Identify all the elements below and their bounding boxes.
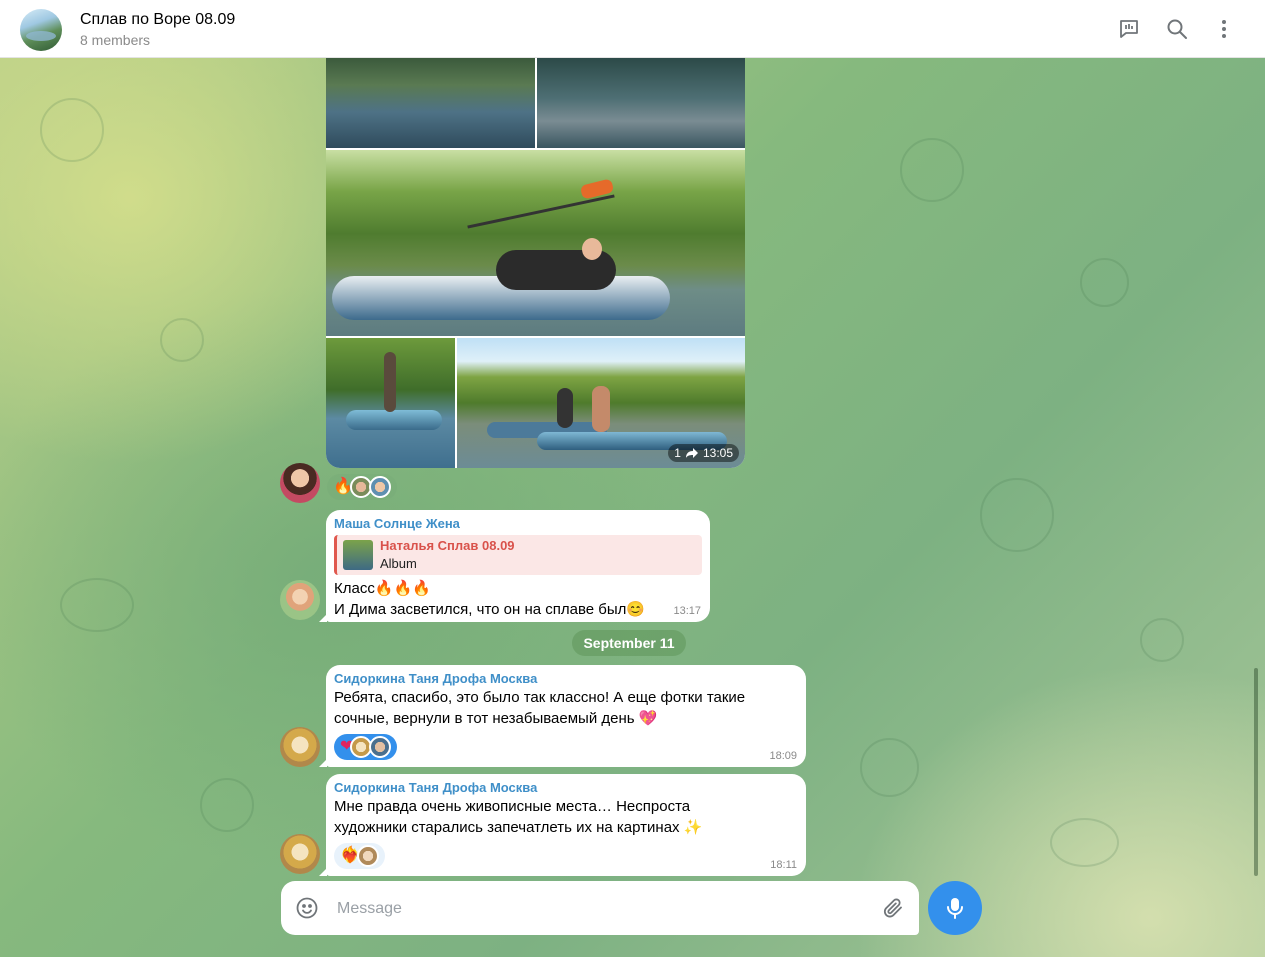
reaction-pill[interactable]: 🔥 [327,474,397,500]
microphone-icon [947,898,963,919]
reply-preview[interactable]: Наталья Сплав 08.09 Album [334,535,702,575]
message-bubble[interactable]: Сидоркина Таня Дрофа Москва Ребята, спас… [319,665,806,767]
reply-author: Наталья Сплав 08.09 [380,538,515,553]
chat-header: Сплав по Воре 08.09 8 members [0,0,1265,58]
sender-name[interactable]: Сидоркина Таня Дрофа Москва [334,780,798,796]
reaction-pill[interactable]: ❤ [334,734,398,760]
emoji-icon[interactable] [295,896,319,920]
sender-name[interactable]: Сидоркина Таня Дрофа Москва [334,671,798,687]
message-time: 18:11 [770,859,797,871]
message-text: Класс🔥🔥🔥 [334,580,431,597]
message-text: И Дима засветился, что он на сплаве был😊 [334,601,646,618]
photo-album[interactable]: 1 13:05 [326,58,745,468]
topics-icon[interactable] [1117,17,1141,41]
album-meta: 1 13:05 [668,444,739,462]
avatar[interactable] [280,580,320,620]
message-bubble[interactable]: Маша Солнце Жена Наталья Сплав 08.09 Alb… [319,510,710,622]
message-text: Ребята, спасибо, это было так классно! А… [334,689,746,706]
message-input[interactable] [335,895,859,923]
avatar[interactable] [280,727,320,767]
message-bubble[interactable]: Сидоркина Таня Дрофа Москва Мне правда о… [319,774,806,876]
message-text: сочные, вернули в тот незабываемый день … [334,710,658,727]
voice-record-button[interactable] [928,881,982,935]
message-text: Мне правда очень живописные места… Неспр… [334,798,691,815]
reaction-pill[interactable]: ❤️‍🔥 [334,843,385,869]
reply-thumbnail [343,540,373,570]
forward-icon [685,448,698,458]
album-photo[interactable] [537,58,745,148]
message-text: художники старались запечатлеть их на ка… [334,819,703,836]
date-separator: September 11 [572,630,686,656]
album-photo[interactable] [326,58,535,148]
chat-avatar[interactable] [20,9,62,51]
album-photo[interactable] [326,150,745,336]
sender-name[interactable]: Маша Солнце Жена [334,516,702,532]
reply-text: Album [380,556,417,571]
album-view-count: 1 [674,446,681,460]
chat-title[interactable]: Сплав по Воре 08.09 [80,11,235,29]
scrollbar[interactable] [1254,668,1258,876]
album-time: 13:05 [702,446,733,460]
attach-icon[interactable] [881,896,905,920]
album-photo[interactable]: 1 13:05 [457,338,745,468]
search-icon[interactable] [1165,17,1189,41]
reactor-avatar [369,736,392,758]
reactor-avatar [356,845,379,867]
avatar[interactable] [280,463,320,503]
message-time: 18:09 [769,750,797,762]
chat-member-count: 8 members [80,32,151,48]
message-composer [281,881,919,935]
avatar[interactable] [280,834,320,874]
album-reactions[interactable]: 🔥 [327,474,397,500]
album-photo[interactable] [326,338,455,468]
message-time: 13:17 [673,605,701,617]
reactor-avatar [368,476,391,498]
more-options-icon[interactable] [1212,17,1236,41]
